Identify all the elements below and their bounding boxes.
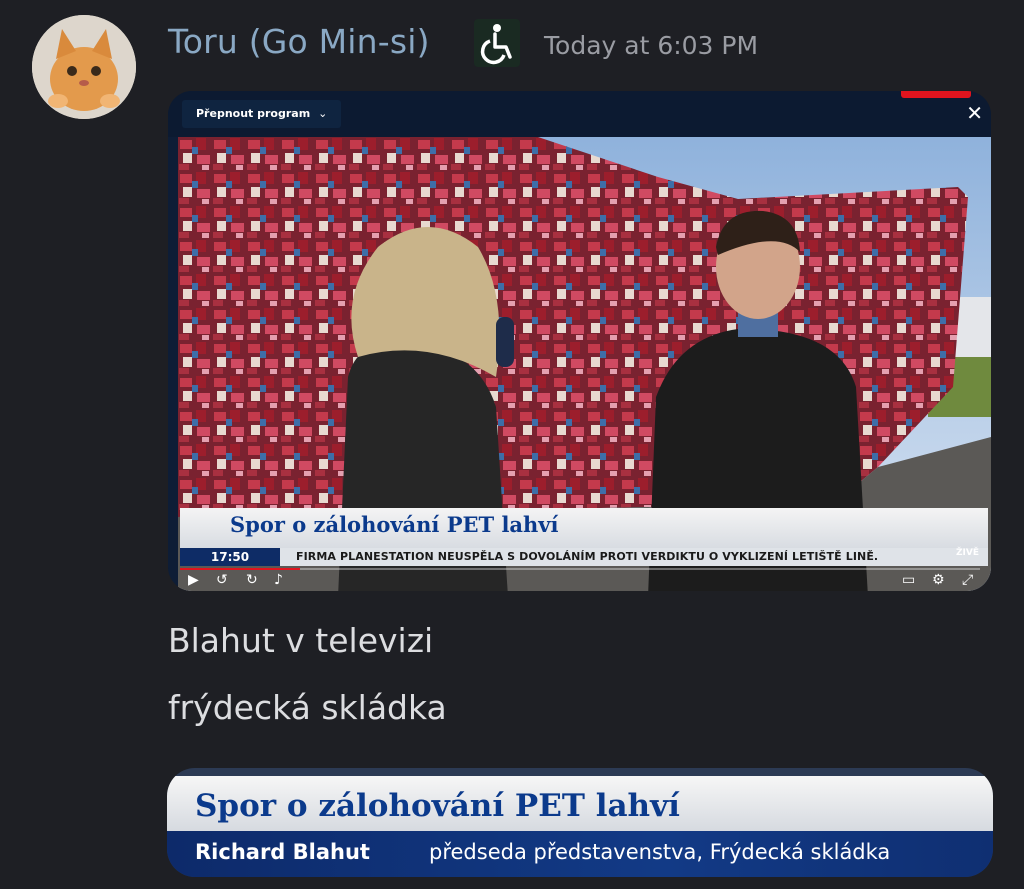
- wheelchair-icon: [474, 19, 520, 67]
- live-label: ŽIVĚ: [956, 548, 979, 558]
- chevron-down-icon: ⌄: [318, 107, 328, 120]
- live-marker: [901, 91, 971, 98]
- ticker-time: 17:50: [180, 548, 280, 566]
- message-line-2: frýdecká skládka: [168, 688, 447, 727]
- video-headline: Spor o zálohování PET lahví: [230, 512, 559, 537]
- progress-fill: [180, 568, 300, 570]
- cat-avatar-image: [32, 15, 136, 119]
- card-headline: Spor o zálohování PET lahví: [195, 788, 680, 824]
- card-person-role: předseda představenstva, Frýdecká skládk…: [429, 840, 891, 864]
- play-icon[interactable]: ▶: [188, 572, 199, 588]
- rewind-icon[interactable]: ↺: [216, 572, 228, 588]
- lower-third: Spor o zálohování PET lahví 17:50 FIRMA …: [168, 508, 991, 591]
- switch-program-button[interactable]: Přepnout program ⌄: [182, 100, 342, 128]
- switch-program-label: Přepnout program: [196, 107, 311, 120]
- forward-icon[interactable]: ↻: [246, 572, 258, 588]
- cast-icon[interactable]: ▭: [902, 572, 915, 588]
- message-timestamp: Today at 6:03 PM: [544, 31, 759, 60]
- fullscreen-icon[interactable]: ⤢: [962, 572, 973, 588]
- card-person-name: Richard Blahut: [195, 840, 370, 864]
- video-embed[interactable]: Přepnout program ⌄ ✕ Spor o zálohování P…: [168, 91, 991, 591]
- message-line-1: Blahut v televizi: [168, 621, 434, 660]
- settings-icon[interactable]: ⚙: [932, 572, 945, 588]
- card-name-bar: Richard Blahut předseda představenstva, …: [167, 831, 993, 877]
- progress-bar[interactable]: [180, 568, 980, 570]
- card-headline-bar: Spor o zálohování PET lahví: [167, 776, 993, 831]
- ticker-text: FIRMA PLANESTATION NEUSPĚLA S DOVOLÁNÍM …: [296, 550, 879, 563]
- close-icon[interactable]: ✕: [966, 100, 983, 126]
- user-avatar[interactable]: [32, 15, 136, 119]
- message-author[interactable]: Toru (Go Min-si): [168, 22, 430, 61]
- attached-image[interactable]: Spor o zálohování PET lahví Richard Blah…: [167, 768, 993, 877]
- volume-icon[interactable]: ♪: [274, 572, 283, 588]
